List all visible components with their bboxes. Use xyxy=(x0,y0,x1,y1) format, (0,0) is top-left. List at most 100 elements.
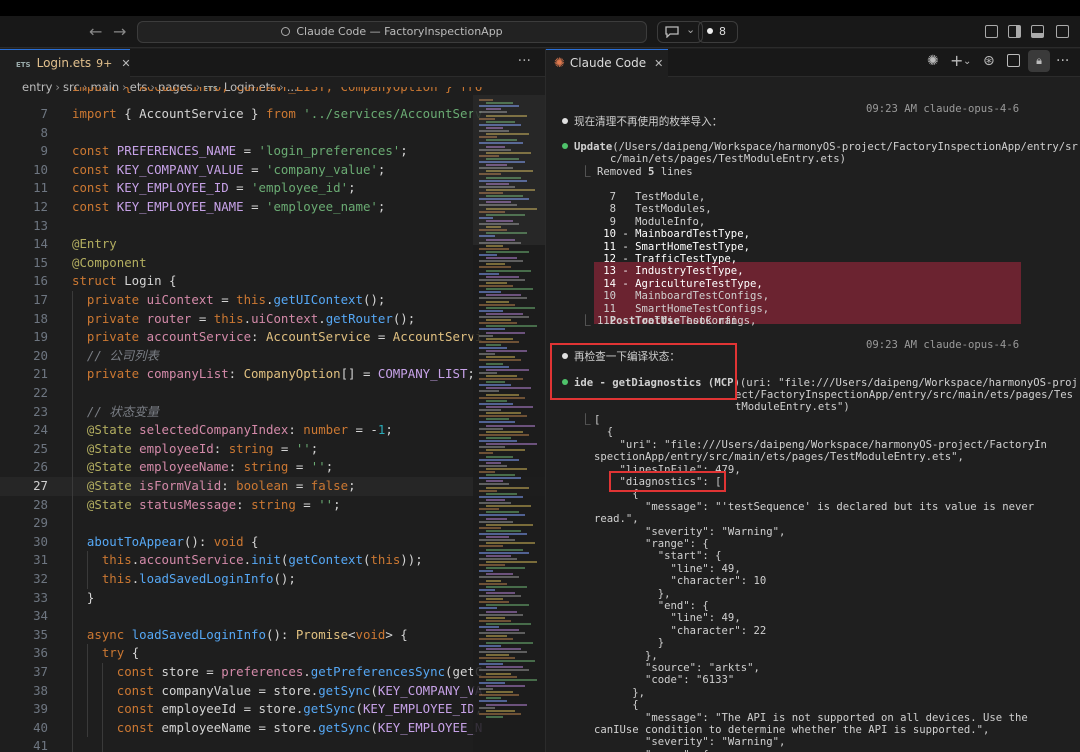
code-line[interactable]: 9 const PREFERENCES_NAME = 'login_prefere… xyxy=(0,142,545,161)
code-text: const store = preferences.getPreferences… xyxy=(116,664,483,679)
code-line[interactable]: 24 @State selectedCompanyIndex: number =… xyxy=(0,421,545,440)
toggle-sidebar-icon[interactable] xyxy=(985,25,998,38)
line-number: 38 xyxy=(33,682,48,698)
line-number: 22 xyxy=(33,385,48,400)
code-line[interactable]: 26 @State employeeName: string = ''; xyxy=(0,458,545,477)
message-bullet-icon xyxy=(562,118,568,124)
minimap-viewport[interactable] xyxy=(473,95,545,245)
code-line[interactable]: 30 aboutToAppear(): void { xyxy=(0,533,545,552)
diff-text: TestModules, xyxy=(635,203,712,216)
code-line[interactable]: 36 try { xyxy=(0,644,545,663)
toggle-panel-icon[interactable] xyxy=(1008,25,1021,38)
result-line: } xyxy=(594,637,665,650)
minimap[interactable] xyxy=(473,95,545,752)
code-line[interactable]: 13 xyxy=(0,217,545,236)
minimap-line xyxy=(479,508,499,511)
close-icon[interactable]: ✕ xyxy=(121,57,130,70)
code-line[interactable]: 14 @Entry xyxy=(0,235,545,254)
more-actions-icon[interactable]: ··· xyxy=(1056,53,1069,69)
minimap-line xyxy=(486,591,515,594)
minimap-line xyxy=(486,412,521,415)
line-number: 10 xyxy=(33,161,48,177)
code-line[interactable]: 38 const companyValue = store.getSync(KE… xyxy=(0,682,545,701)
minimap-line xyxy=(479,334,493,337)
status-dot-icon xyxy=(707,28,713,34)
line-number: 24 xyxy=(33,422,48,438)
code-line[interactable]: 41 xyxy=(0,737,545,752)
code-line[interactable]: 20 // 公司列表 xyxy=(0,347,545,366)
code-line[interactable]: 34 xyxy=(0,607,545,626)
more-actions-icon[interactable]: ··· xyxy=(518,53,531,69)
code-line[interactable]: 39 const employeeId = store.getSync(KEY_… xyxy=(0,700,545,719)
close-icon[interactable]: ✕ xyxy=(654,57,663,70)
line-number: 29 xyxy=(33,515,48,531)
code-line[interactable]: 22 xyxy=(0,384,545,403)
code-line[interactable]: 21 private companyList: CompanyOption[] … xyxy=(0,365,545,384)
code-line[interactable]: 15 @Component xyxy=(0,254,545,273)
search-icon xyxy=(281,27,291,36)
diff-text: MainboardTestConfigs, xyxy=(635,290,770,303)
customize-layout-icon[interactable] xyxy=(1056,25,1069,38)
problem-count: 9+ xyxy=(96,57,113,70)
toggle-bottom-panel-icon[interactable] xyxy=(1031,25,1044,38)
code-line[interactable]: 27 @State isFormValid: boolean = false; xyxy=(0,477,545,496)
split-editor-icon[interactable] xyxy=(1007,54,1020,67)
minimap-line xyxy=(486,356,515,359)
minimap-line xyxy=(479,272,499,275)
code-line[interactable]: 16 struct Login { xyxy=(0,272,545,291)
diff-marker xyxy=(616,216,635,228)
editor-tab-bar: ETS Login.ets 9+ ✕ ··· xyxy=(0,49,545,77)
code-line[interactable]: 18 private router = this.uiContext.getRo… xyxy=(0,310,545,329)
openai-icon[interactable]: ⊛ xyxy=(983,53,995,69)
line-number: 36 xyxy=(33,645,48,661)
minimap-line xyxy=(479,694,519,697)
diff-line-removed: 10 - MainboardTestType, xyxy=(594,228,750,240)
line-number: 12 xyxy=(33,199,48,214)
command-center-search[interactable]: Claude Code — FactoryInspectionApp xyxy=(137,21,647,43)
notification-badge[interactable]: 8 xyxy=(698,21,738,43)
chat-toggle-button[interactable]: ⌄ xyxy=(657,21,703,43)
code-line[interactable]: 19 private accountService: AccountServic… xyxy=(0,328,545,347)
line-number: 19 xyxy=(33,329,48,345)
minimap-line xyxy=(479,427,503,430)
code-line[interactable]: 33 } xyxy=(0,589,545,608)
code-line[interactable]: 12 const KEY_EMPLOYEE_NAME = 'employee_na… xyxy=(0,198,545,217)
code-text: @State statusMessage: string = ''; xyxy=(86,496,341,512)
code-line[interactable]: 29 xyxy=(0,514,545,533)
minimap-line xyxy=(479,347,507,349)
code-line[interactable]: 28 @State statusMessage: string = ''; xyxy=(0,496,545,515)
tab-login-ets[interactable]: ETS Login.ets 9+ ✕ xyxy=(0,49,131,77)
minimap-line xyxy=(479,613,523,616)
result-line: }, xyxy=(594,686,646,699)
code-line[interactable]: 17 private uiContext = this.getUIContext… xyxy=(0,291,545,310)
back-arrow-icon[interactable]: ← xyxy=(89,22,102,41)
diff-line: 9 ModuleInfo, xyxy=(594,216,706,228)
code-line[interactable]: 32 this.loadSavedLoginInfo(); xyxy=(0,570,545,589)
result-line: "message": "'testSequence' is declared b… xyxy=(594,500,1035,513)
code-editor[interactable]: ETS Login.ets 9+ ✕ ··· entry › src › main › ets › p… xyxy=(0,49,545,752)
chevron-down-icon[interactable]: ⌄ xyxy=(963,56,971,67)
code-line[interactable]: 10 const KEY_COMPANY_VALUE = 'company_val… xyxy=(0,161,545,180)
minimap-line xyxy=(479,539,515,542)
code-line[interactable]: 8 xyxy=(0,124,545,143)
claude-logo-icon[interactable]: ✺ xyxy=(927,53,939,69)
code-line[interactable]: 11 const KEY_EMPLOYEE_ID = 'employee_id'; xyxy=(0,179,545,198)
lock-icon[interactable]: 🔒︎ xyxy=(1028,50,1050,72)
line-number: 28 xyxy=(33,496,48,512)
minimap-line xyxy=(486,529,521,532)
code-line[interactable]: 25 @State employeeId: string = ''; xyxy=(0,440,545,459)
minimap-line xyxy=(479,247,509,250)
code-line[interactable]: 31 this.accountService.init(getContext(t… xyxy=(0,551,545,570)
tab-claude-code[interactable]: ✺ Claude Code ✕ xyxy=(546,49,668,77)
code-line[interactable]: 7 import { AccountService } from '../serv… xyxy=(0,105,545,124)
code-line[interactable]: 35 async loadSavedLoginInfo(): Promise<v… xyxy=(0,626,545,645)
minimap-line xyxy=(479,452,493,455)
minimap-line xyxy=(486,492,517,495)
code-line[interactable]: 23 // 状态变量 xyxy=(0,403,545,422)
forward-arrow-icon[interactable]: → xyxy=(113,22,126,41)
new-tab-plus-icon[interactable]: + xyxy=(950,51,963,70)
code-line[interactable]: 37 const store = preferences.getPreferen… xyxy=(0,663,545,682)
minimap-line xyxy=(479,551,529,554)
code-line[interactable]: 40 const employeeName = store.getSync(KE… xyxy=(0,719,545,738)
minimap-line xyxy=(479,626,499,628)
